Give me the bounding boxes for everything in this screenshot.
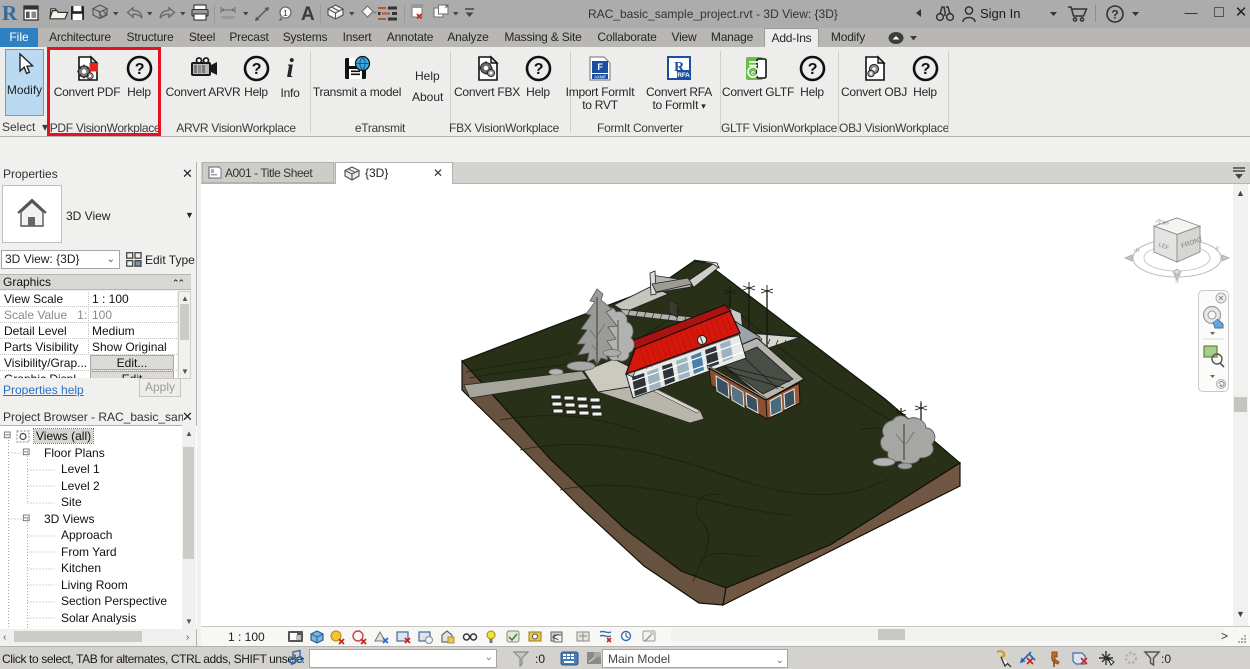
- svg-text:S: S: [1175, 279, 1179, 285]
- svg-text:A: A: [301, 4, 315, 25]
- svg-text:R: R: [2, 1, 18, 25]
- svg-text:?: ?: [1111, 7, 1118, 21]
- svg-text:W: W: [1134, 247, 1142, 255]
- svg-text::0: :0: [1161, 652, 1171, 666]
- svg-text:1: 1: [283, 9, 288, 18]
- svg-text:Sign In: Sign In: [980, 6, 1020, 21]
